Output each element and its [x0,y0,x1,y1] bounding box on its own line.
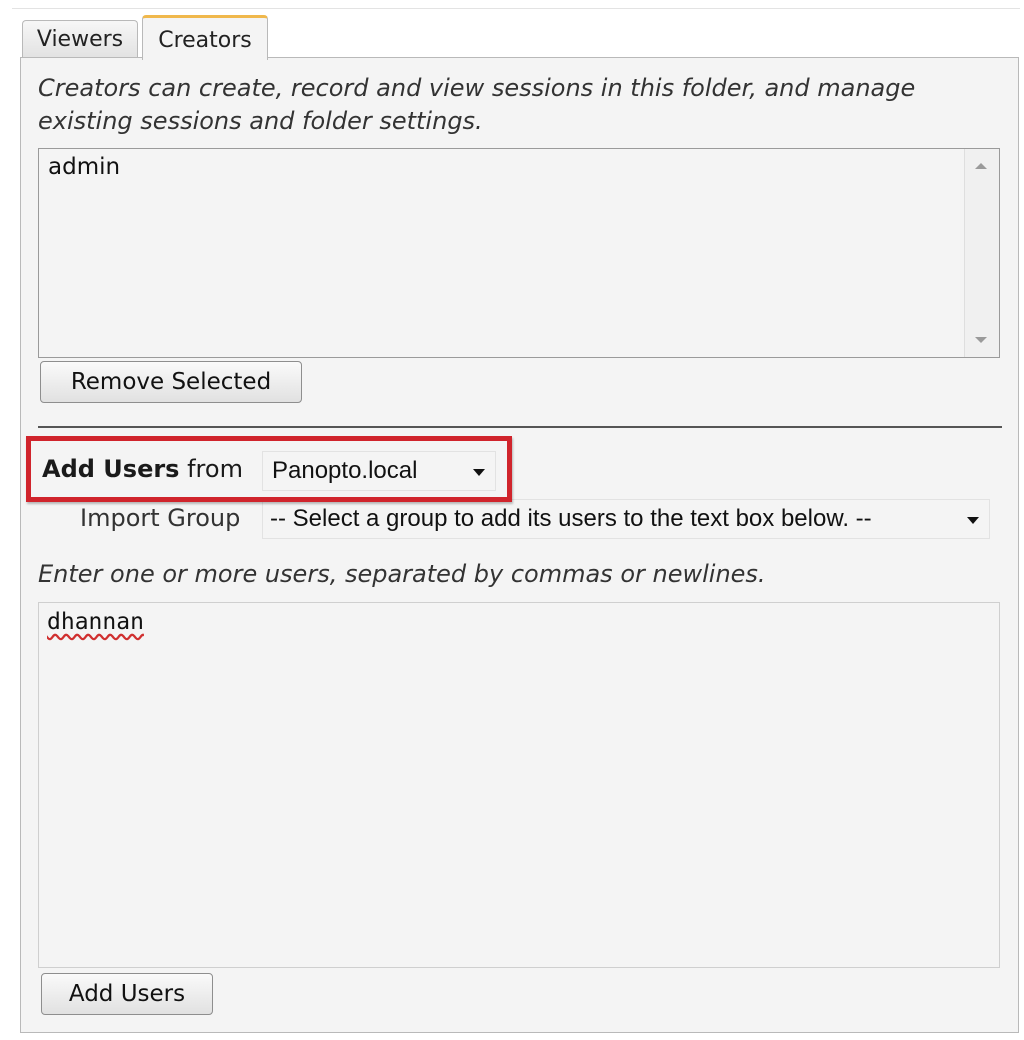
remove-selected-button[interactable]: Remove Selected [40,361,302,403]
users-textarea-value: dhannan [47,609,144,635]
top-border-line [12,8,1020,9]
listbox-scrollbar[interactable] [964,149,999,357]
users-instructions: Enter one or more users, separated by co… [38,560,766,588]
import-group-select-value: -- Select a group to add its users to th… [270,505,872,532]
list-item[interactable]: admin [48,154,120,180]
import-group-label: Import Group [80,504,241,532]
tab-creators[interactable]: Creators [142,15,268,60]
creators-description: Creators can create, record and view ses… [38,74,916,135]
creators-listbox[interactable]: admin [38,148,1000,358]
chevron-down-icon [967,517,979,524]
scroll-down-arrow-icon[interactable] [975,337,987,343]
scroll-up-arrow-icon[interactable] [975,163,987,169]
import-group-select[interactable]: -- Select a group to add its users to th… [262,499,990,539]
section-divider [38,426,1002,428]
tab-viewers[interactable]: Viewers [22,20,138,58]
add-users-button[interactable]: Add Users [41,973,213,1015]
users-textarea[interactable]: dhannan [38,602,1000,968]
highlight-box [26,436,512,502]
